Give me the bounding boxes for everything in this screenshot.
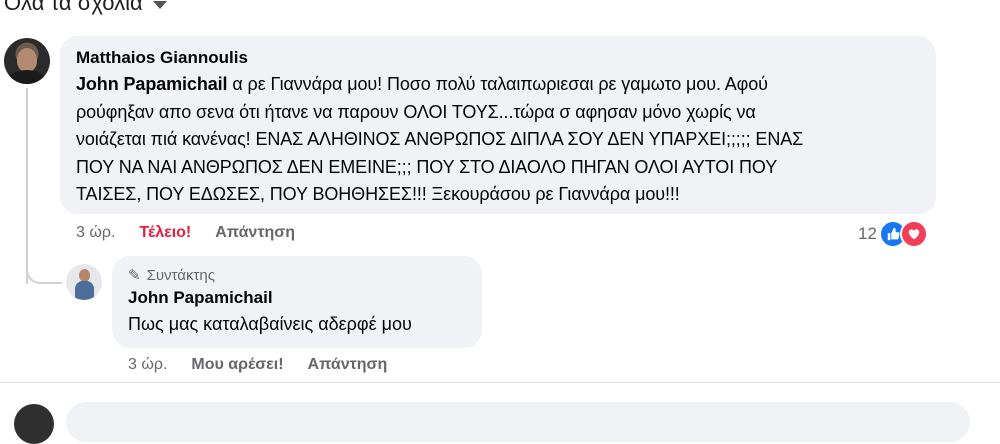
divider: [0, 382, 1000, 383]
comment-bubble: Matthaios Giannoulis John Papamichail α …: [60, 36, 936, 214]
comment-composer[interactable]: [66, 402, 970, 442]
thread-line: [26, 88, 28, 284]
mention-link[interactable]: John Papamichail: [76, 74, 228, 94]
reply-time[interactable]: 3 ώρ.: [128, 356, 167, 374]
comment-line: ΤΑΙΣΕΣ, ΠΟΥ ΕΔΩΣΕΣ, ΠΟΥ ΒΟΗΘΗΣΕΣ!!! Ξεκο…: [76, 184, 680, 204]
comment-line: ρούφηξαν απο σενα ότι ήτανε να παρουν ΟΛ…: [76, 101, 756, 122]
chevron-down-icon: [152, 1, 167, 9]
comment-time[interactable]: 3 ώρ.: [76, 224, 115, 242]
reply-bubble: ✎ Συντάκτης John Papamichail Πως μας κατ…: [112, 256, 482, 348]
comment-line: νοιάζεται πιά κανένας! ΕΝΑΣ ΑΛΗΘΙΝΟΣ ΑΝΘ…: [76, 129, 804, 149]
author-badge: ✎ Συντάκτης: [128, 266, 466, 286]
reaction-summary[interactable]: 12: [858, 220, 928, 248]
reaction-count: 12: [858, 224, 877, 243]
comment-line: ΠΟΥ ΝΑ ΝΑΙ ΑΝΘΡΩΠΟΣ ΔΕΝ ΕΜΕΙΝΕ;;; ΠΟΥ ΣΤ…: [76, 156, 778, 177]
like-button[interactable]: Μου αρέσει!: [191, 356, 283, 374]
reply-actions: 3 ώρ. Μου αρέσει! Απάντηση: [128, 356, 387, 374]
reply-button[interactable]: Απάντηση: [215, 224, 295, 242]
badge-label: Συντάκτης: [146, 267, 215, 284]
comment-line: α ρε Γιαννάρα μου! Ποσο πολύ ταλαιπωριεσ…: [227, 74, 768, 94]
comment-text: John Papamichail α ρε Γιαννάρα μου! Ποσο…: [76, 71, 920, 209]
thread-connector: [26, 262, 62, 284]
comment-actions: 3 ώρ. Τέλειο! Απάντηση: [76, 224, 295, 242]
reaction-button[interactable]: Τέλειο!: [139, 224, 191, 242]
avatar[interactable]: [4, 38, 50, 84]
love-icon: [899, 220, 928, 248]
pencil-icon: ✎: [128, 267, 141, 284]
comment-author[interactable]: Matthaios Giannoulis: [76, 46, 920, 70]
filter-label: Όλα τα σχόλια: [4, 0, 143, 15]
reply-author[interactable]: John Papamichail: [128, 286, 466, 310]
comments-filter[interactable]: Όλα τα σχόλια: [4, 0, 167, 16]
reply-button[interactable]: Απάντηση: [308, 356, 388, 374]
avatar: [14, 404, 54, 444]
reply-text: Πως μας καταλαβαίνεις αδερφέ μου: [128, 314, 412, 334]
avatar[interactable]: [66, 264, 102, 300]
